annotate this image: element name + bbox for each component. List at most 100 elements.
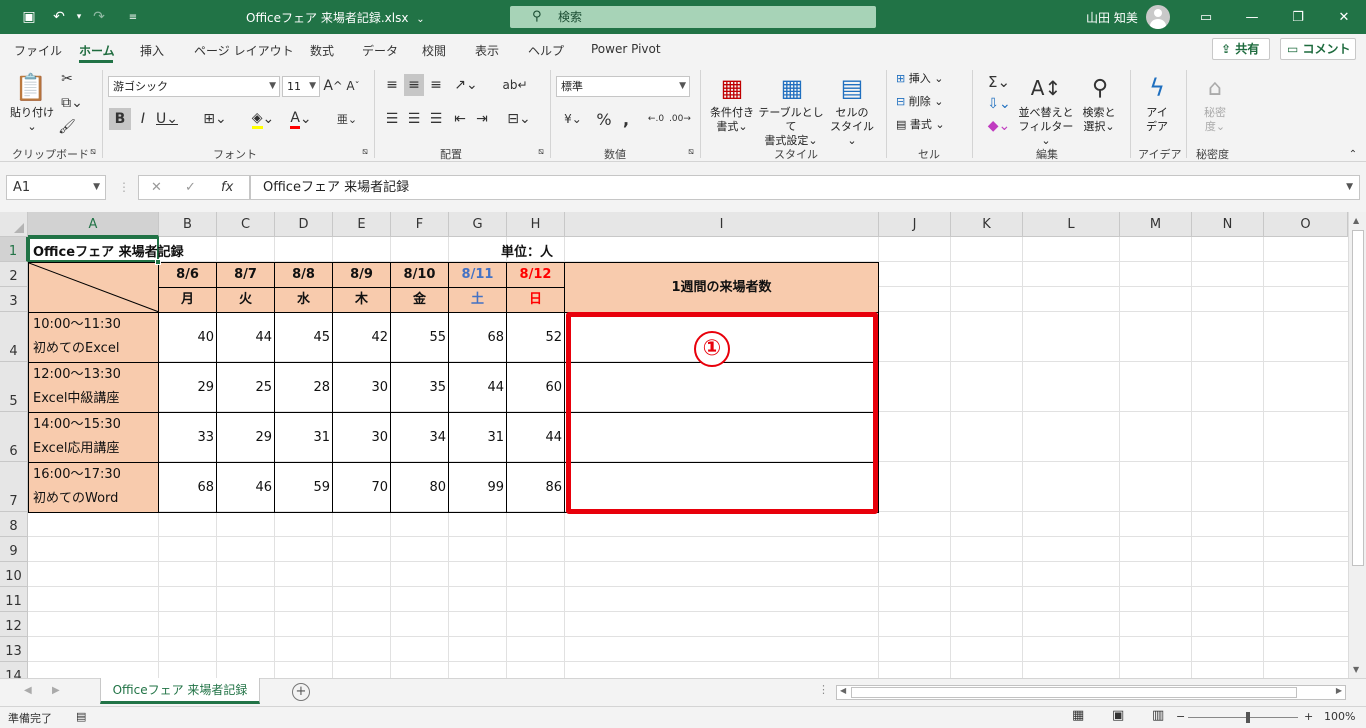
row-header-14[interactable]: 14	[0, 662, 28, 678]
undo-icon[interactable]: ↶	[48, 6, 70, 28]
italic-icon[interactable]: I	[134, 108, 152, 130]
align-middle-icon[interactable]: ≡	[404, 74, 424, 96]
minimize-icon[interactable]: —	[1232, 6, 1272, 28]
bold-icon[interactable]: B	[109, 108, 131, 130]
session-label[interactable]: 10:00～11:30 初めてのExcel	[28, 312, 159, 363]
tab-page-layout[interactable]: ページ レイアウト	[194, 42, 294, 59]
dialog-launcher-icon[interactable]: ⧅	[88, 146, 98, 158]
zoom-slider[interactable]	[1188, 717, 1298, 718]
attendance-cell[interactable]: 99	[448, 462, 507, 513]
tab-review[interactable]: 校閲	[422, 42, 446, 59]
underline-icon[interactable]: U⌄	[154, 108, 180, 130]
attendance-cell[interactable]: 35	[390, 362, 449, 413]
conditional-formatting-button[interactable]: 条件付き 書式⌄	[704, 106, 760, 134]
tab-view[interactable]: 表示	[475, 42, 499, 59]
column-header-i[interactable]: I	[565, 212, 879, 237]
weekday-header[interactable]: 金	[390, 287, 449, 313]
save-icon[interactable]: ▣	[18, 6, 40, 28]
decrease-font-size-icon[interactable]: Aˇ	[344, 76, 362, 96]
align-center-icon[interactable]: ☰	[404, 108, 424, 130]
row-header-13[interactable]: 13	[0, 637, 28, 662]
conditional-formatting-icon[interactable]: ▦	[716, 72, 748, 104]
column-header-m[interactable]: M	[1120, 212, 1192, 237]
zoom-slider-thumb[interactable]	[1246, 712, 1250, 723]
enter-icon[interactable]: ✓	[185, 180, 196, 195]
attendance-cell[interactable]: 44	[506, 412, 565, 463]
vertical-scrollbar[interactable]: ▲ ▼	[1348, 212, 1366, 678]
undo-dropdown-icon[interactable]: ▾	[68, 6, 90, 28]
delete-cells-button[interactable]: ⊟ 削除 ⌄	[896, 95, 962, 109]
attendance-cell[interactable]: 68	[158, 462, 217, 513]
attendance-cell[interactable]: 46	[216, 462, 275, 513]
horizontal-scrollbar[interactable]: ◀ ▶	[836, 685, 1346, 700]
attendance-cell[interactable]: 59	[274, 462, 333, 513]
autosum-icon[interactable]: Σ⌄	[982, 72, 1016, 92]
session-label[interactable]: 14:00～15:30 Excel応用講座	[28, 412, 159, 463]
orientation-icon[interactable]: ↗⌄	[450, 74, 482, 96]
align-bottom-icon[interactable]: ≡	[426, 74, 446, 96]
tab-power-pivot[interactable]: Power Pivot	[591, 42, 661, 56]
ribbon-display-options-icon[interactable]: ▭	[1186, 6, 1226, 28]
user-name[interactable]: 山田 知美	[1086, 9, 1138, 26]
ideas-icon[interactable]: ϟ	[1142, 72, 1172, 104]
cell-styles-button[interactable]: セルの スタイル⌄	[826, 106, 878, 148]
decrease-decimal-icon[interactable]: .00→	[668, 108, 692, 130]
tab-help[interactable]: ヘルプ	[528, 42, 564, 59]
formula-input[interactable]: Officeフェア 来場者記録 ▼	[250, 175, 1360, 200]
collapse-ribbon-icon[interactable]: ⌃	[1346, 148, 1360, 160]
weekday-header-saturday[interactable]: 土	[448, 287, 507, 313]
cancel-icon[interactable]: ✕	[151, 180, 162, 195]
decrease-indent-icon[interactable]: ⇤	[450, 108, 470, 130]
accounting-format-icon[interactable]: ¥⌄	[556, 108, 590, 130]
attendance-cell[interactable]: 29	[158, 362, 217, 413]
ideas-button[interactable]: アイ デア	[1136, 106, 1178, 134]
attendance-cell[interactable]: 45	[274, 312, 333, 363]
sensitivity-icon[interactable]: ⌂	[1200, 72, 1230, 104]
session-label[interactable]: 12:00～13:30 Excel中級講座	[28, 362, 159, 413]
format-as-table-button[interactable]: テーブルとして 書式設定⌄	[756, 106, 826, 148]
row-header-3[interactable]: 3	[0, 287, 28, 312]
attendance-cell[interactable]: 34	[390, 412, 449, 463]
weekday-header[interactable]: 木	[332, 287, 391, 313]
column-header-l[interactable]: L	[1023, 212, 1120, 237]
zoom-in-icon[interactable]: +	[1304, 710, 1313, 723]
next-sheet-icon[interactable]: ▶	[52, 685, 60, 696]
close-icon[interactable]: ✕	[1324, 6, 1364, 28]
percent-icon[interactable]: %	[594, 108, 614, 130]
dialog-launcher-icon[interactable]: ⧅	[360, 146, 370, 158]
restore-icon[interactable]: ❐	[1278, 6, 1318, 28]
customize-qat-icon[interactable]: ≡	[122, 6, 144, 28]
insert-function-icon[interactable]: fx	[221, 180, 233, 195]
attendance-cell[interactable]: 68	[448, 312, 507, 363]
zoom-level[interactable]: 100%	[1324, 710, 1355, 723]
fill-icon[interactable]: ⇩⌄	[982, 94, 1016, 114]
row-header-7[interactable]: 7	[0, 462, 28, 512]
attendance-cell[interactable]: 42	[332, 312, 391, 363]
accessibility-icon[interactable]: ▤	[76, 710, 86, 723]
weekly-total-header[interactable]: 1週間の来場者数	[564, 262, 879, 313]
row-header-1[interactable]: 1	[0, 237, 28, 262]
insert-cells-button[interactable]: ⊞ 挿入 ⌄	[896, 72, 962, 86]
tab-split-icon[interactable]: ⋮	[818, 683, 829, 696]
row-header-5[interactable]: 5	[0, 362, 28, 412]
attendance-cell[interactable]: 31	[274, 412, 333, 463]
attendance-cell[interactable]: 86	[506, 462, 565, 513]
tab-data[interactable]: データ	[362, 42, 398, 59]
row-header-4[interactable]: 4	[0, 312, 28, 362]
scroll-left-icon[interactable]: ◀	[840, 686, 846, 695]
cell-styles-icon[interactable]: ▤	[836, 72, 868, 104]
column-header-g[interactable]: G	[449, 212, 507, 237]
merge-center-icon[interactable]: ⊟⌄	[504, 108, 534, 130]
column-header-k[interactable]: K	[951, 212, 1023, 237]
align-left-icon[interactable]: ☰	[382, 108, 402, 130]
comma-style-icon[interactable]: ,	[616, 108, 636, 130]
scroll-thumb[interactable]	[851, 687, 1297, 698]
weekday-header[interactable]: 水	[274, 287, 333, 313]
row-header-10[interactable]: 10	[0, 562, 28, 587]
date-header[interactable]: 8/9	[332, 262, 391, 288]
date-header-sunday[interactable]: 8/12	[506, 262, 565, 288]
wrap-text-icon[interactable]: ab↵	[502, 74, 527, 96]
format-painter-icon[interactable]: 🖌	[58, 118, 76, 136]
row-header-8[interactable]: 8	[0, 512, 28, 537]
scroll-right-icon[interactable]: ▶	[1336, 686, 1342, 695]
